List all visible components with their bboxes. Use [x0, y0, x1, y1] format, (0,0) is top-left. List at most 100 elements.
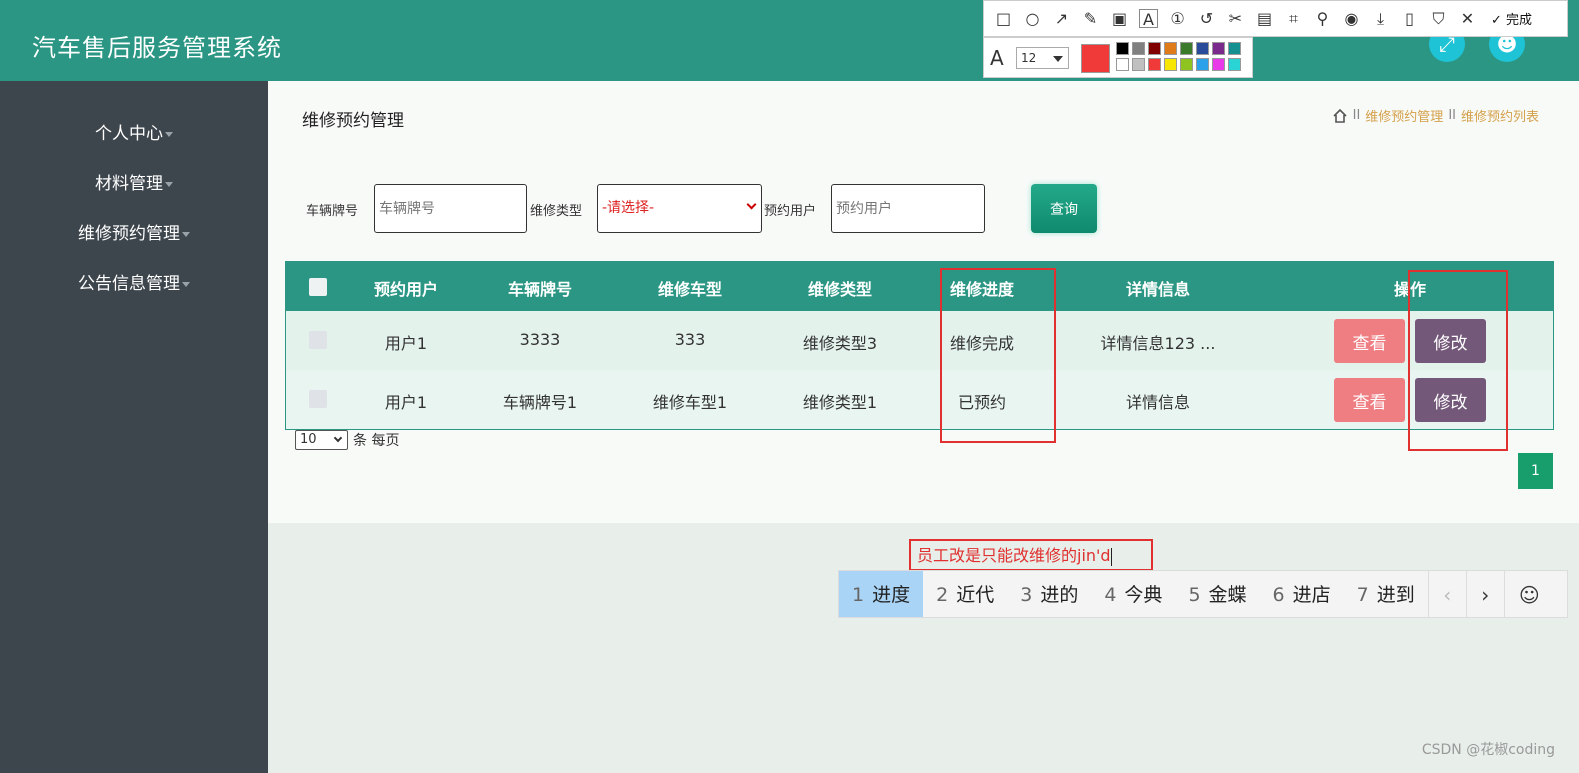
caret-down-icon: [165, 131, 173, 137]
color-swatch[interactable]: [1116, 42, 1129, 55]
ime-candidate[interactable]: 1 进度: [839, 571, 924, 617]
ime-next-icon[interactable]: ›: [1465, 571, 1504, 617]
download-icon[interactable]: ⤓: [1371, 9, 1390, 28]
plate-input[interactable]: [374, 184, 527, 233]
table-row: 用户1 3333 333 维修类型3 维修完成 详情信息123 ... 查看 修…: [286, 311, 1553, 370]
ime-candidate[interactable]: 7 进到: [1344, 571, 1428, 617]
column-header[interactable]: 维修车型: [620, 276, 760, 300]
color-swatch[interactable]: [1116, 58, 1129, 71]
breadcrumb: II 维修预约管理 II 维修预约列表: [1332, 106, 1539, 125]
view-button[interactable]: 查看: [1334, 319, 1405, 363]
rectangle-tool-icon[interactable]: □: [994, 9, 1013, 28]
cell-type: 维修类型3: [802, 334, 878, 353]
screenshot-toolbar: □ ○ ↗ ✎ ▣ A ① ↺ ✂ ▤ ⌗ ⚲ ◉ ⤓ ▯ ⛉ ✕ ✓ 完成: [983, 0, 1568, 37]
current-color-swatch[interactable]: [1081, 44, 1110, 73]
mosaic-tool-icon[interactable]: ▣: [1110, 9, 1129, 28]
bookmark-icon[interactable]: ⛉: [1429, 9, 1448, 28]
booking-table: 预约用户 车辆牌号 维修车型 维修类型 维修进度 详情信息 操作 用户1 333…: [285, 261, 1554, 430]
color-swatch[interactable]: [1228, 42, 1241, 55]
color-swatch[interactable]: [1164, 58, 1177, 71]
column-header[interactable]: 预约用户: [336, 276, 476, 300]
ime-candidate[interactable]: 3 进的: [1007, 571, 1091, 617]
done-button[interactable]: ✓ 完成: [1491, 9, 1532, 28]
query-button[interactable]: 查询: [1031, 184, 1097, 233]
undo-icon[interactable]: ↺: [1197, 9, 1216, 28]
column-header[interactable]: 维修类型: [770, 276, 910, 300]
color-swatch[interactable]: [1164, 42, 1177, 55]
arrow-tool-icon[interactable]: ↗: [1052, 9, 1071, 28]
color-swatch[interactable]: [1132, 42, 1145, 55]
color-swatch[interactable]: [1180, 42, 1193, 55]
color-swatch[interactable]: [1180, 58, 1193, 71]
phone-icon[interactable]: ▯: [1400, 9, 1419, 28]
color-swatch[interactable]: [1228, 58, 1241, 71]
table-header: 预约用户 车辆牌号 维修车型 维修类型 维修进度 详情信息 操作: [286, 262, 1553, 311]
cell-plate: 车辆牌号1: [502, 393, 578, 412]
page-number-button[interactable]: 1: [1518, 453, 1553, 489]
ocr-icon[interactable]: ▤: [1255, 9, 1274, 28]
cell-plate: 3333: [519, 330, 561, 349]
sidebar-item-materials[interactable]: 材料管理: [0, 169, 268, 194]
ime-prev-icon[interactable]: ‹: [1427, 571, 1466, 617]
color-swatch[interactable]: [1196, 42, 1209, 55]
caret-down-icon: [182, 281, 190, 287]
cell-model: 维修车型1: [652, 393, 728, 412]
ime-candidate[interactable]: 6 进店: [1260, 571, 1344, 617]
pin-icon[interactable]: ⚲: [1313, 9, 1332, 28]
breadcrumb-item[interactable]: 维修预约管理: [1365, 106, 1443, 125]
sidebar: 个人中心 材料管理 维修预约管理 公告信息管理: [0, 81, 268, 773]
caret-down-icon: [165, 181, 173, 187]
row-checkbox[interactable]: [309, 331, 327, 349]
close-icon[interactable]: ✕: [1458, 9, 1477, 28]
app-title: 汽车售后服务管理系统: [32, 34, 282, 62]
color-swatch[interactable]: [1196, 58, 1209, 71]
color-swatch[interactable]: [1148, 42, 1161, 55]
ime-candidate[interactable]: 2 近代: [923, 571, 1007, 617]
caret-down-icon: [182, 231, 190, 237]
ellipse-tool-icon[interactable]: ○: [1023, 9, 1042, 28]
cell-user: 用户1: [384, 334, 428, 353]
type-label: 维修类型: [530, 204, 583, 219]
select-all-checkbox[interactable]: [309, 278, 327, 296]
page-size-control: 10 条 每页: [295, 430, 399, 450]
color-swatch[interactable]: [1132, 58, 1145, 71]
text-tool-icon[interactable]: A: [1139, 9, 1158, 29]
cell-detail: 详情信息123 ...: [1100, 334, 1216, 353]
text-cursor: [1110, 547, 1112, 566]
ime-candidate[interactable]: 4 今典: [1091, 571, 1175, 617]
sidebar-item-announcements[interactable]: 公告信息管理: [0, 269, 268, 294]
cell-type: 维修类型1: [802, 393, 878, 412]
scan-icon[interactable]: ⌗: [1284, 9, 1303, 28]
row-checkbox[interactable]: [309, 390, 327, 408]
annotation-rectangle: [1408, 270, 1508, 451]
number-tool-icon[interactable]: ①: [1168, 9, 1187, 28]
annotation-text-box[interactable]: 员工改是只能改维修的jin'd: [909, 539, 1153, 571]
breadcrumb-separator: II: [1448, 108, 1456, 123]
chevron-down-icon: [1053, 56, 1063, 62]
sidebar-item-repair-booking[interactable]: 维修预约管理: [0, 219, 268, 244]
font-size-select[interactable]: 12: [1016, 47, 1069, 69]
ime-candidate-bar: 1 进度 2 近代 3 进的 4 今典 5 金蝶 6 进店 7 进到 ‹ › ☺: [838, 570, 1568, 618]
annotation-rectangle: [940, 268, 1056, 443]
record-icon[interactable]: ◉: [1342, 9, 1361, 28]
color-swatch[interactable]: [1148, 58, 1161, 71]
column-header[interactable]: 车辆牌号: [470, 276, 610, 300]
type-select[interactable]: -请选择-: [597, 184, 762, 233]
sidebar-item-personal[interactable]: 个人中心: [0, 119, 268, 144]
home-icon[interactable]: [1332, 108, 1348, 124]
chevron-down-icon: [746, 199, 757, 210]
color-swatch[interactable]: [1212, 42, 1225, 55]
cell-model: 333: [674, 330, 706, 349]
view-button[interactable]: 查看: [1334, 378, 1405, 422]
page-title: 维修预约管理: [302, 111, 404, 131]
cut-icon[interactable]: ✂: [1226, 9, 1245, 28]
emoji-icon[interactable]: ☺: [1503, 571, 1554, 617]
color-swatch[interactable]: [1212, 58, 1225, 71]
user-input[interactable]: [831, 184, 985, 233]
pen-tool-icon[interactable]: ✎: [1081, 9, 1100, 28]
breadcrumb-item[interactable]: 维修预约列表: [1461, 106, 1539, 125]
cell-detail: 详情信息: [1125, 393, 1190, 412]
page-size-select[interactable]: 10: [295, 430, 348, 450]
ime-candidate[interactable]: 5 金蝶: [1175, 571, 1259, 617]
column-header[interactable]: 详情信息: [1088, 276, 1228, 300]
